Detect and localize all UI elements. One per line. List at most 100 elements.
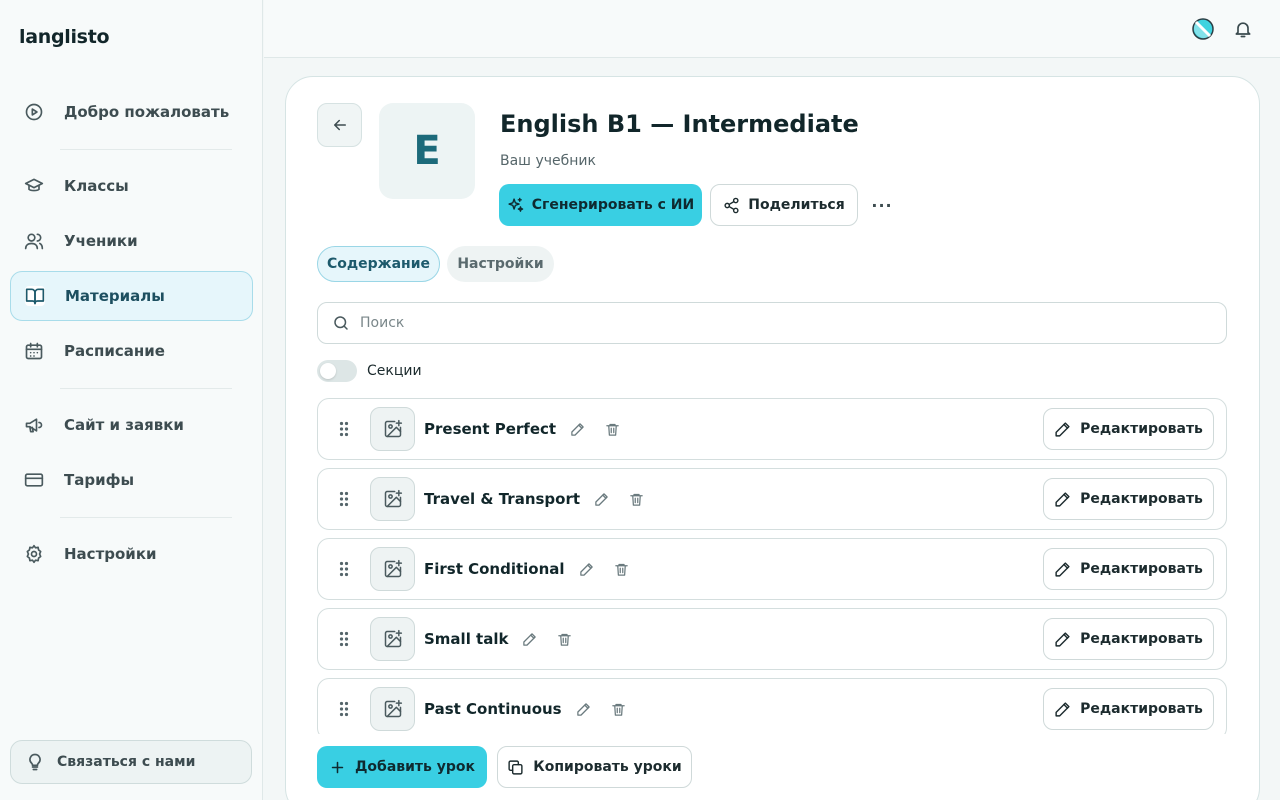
sidebar-item-label: Ученики [64, 232, 138, 250]
sidebar-item-label: Сайт и заявки [64, 416, 184, 434]
lesson-row[interactable]: Travel & Transport Редактировать [317, 468, 1227, 530]
search-input[interactable] [360, 315, 1160, 331]
sidebar-item-site-requests[interactable]: Сайт и заявки [10, 401, 253, 449]
page-title: English B1 — Intermediate [500, 110, 859, 138]
bell-icon[interactable] [1233, 18, 1253, 40]
pencil-icon[interactable] [576, 702, 591, 717]
share-button[interactable]: Поделиться [710, 184, 858, 226]
play-circle-icon [24, 102, 44, 122]
lesson-row[interactable]: Past Continuous Редактировать [317, 678, 1227, 734]
lesson-name: First Conditional [424, 560, 565, 578]
pencil-icon [1054, 701, 1071, 718]
topbar [264, 0, 1280, 58]
users-icon [24, 231, 44, 251]
share-label: Поделиться [748, 197, 845, 213]
lesson-name: Past Continuous [424, 700, 562, 718]
contact-us-button[interactable]: Связаться с нами [10, 740, 252, 784]
book-open-icon [25, 286, 45, 306]
more-options-button[interactable]: ··· [868, 192, 896, 218]
arrow-left-icon [331, 116, 349, 134]
app-logo[interactable]: langlisto [19, 26, 110, 48]
copy-icon [507, 759, 524, 776]
graduation-cap-icon [24, 176, 44, 196]
sidebar-item-welcome[interactable]: Добро пожаловать [10, 88, 253, 136]
image-add-icon[interactable] [370, 617, 415, 661]
pencil-icon [1054, 631, 1071, 648]
edit-lesson-label: Редактировать [1080, 631, 1203, 647]
generate-ai-button[interactable]: Сгенерировать с ИИ [499, 184, 702, 226]
lesson-row[interactable]: First Conditional Редактировать [317, 538, 1227, 600]
lesson-name: Travel & Transport [424, 490, 581, 508]
credit-card-icon [24, 470, 44, 490]
sections-toggle-label: Секции [367, 363, 422, 379]
copy-lessons-button[interactable]: Копировать уроки [497, 746, 692, 788]
lesson-name: Present Perfect [424, 420, 557, 438]
plus-icon [329, 759, 346, 776]
drag-handle-icon[interactable] [339, 701, 349, 717]
pencil-icon[interactable] [579, 562, 594, 577]
sidebar-item-label: Материалы [65, 287, 165, 305]
lesson-row[interactable]: Present Perfect Редактировать [317, 398, 1227, 460]
drag-handle-icon[interactable] [339, 421, 349, 437]
edit-lesson-label: Редактировать [1080, 421, 1203, 437]
sidebar-item-materials[interactable]: Материалы [10, 271, 253, 321]
tab-content[interactable]: Содержание [317, 246, 440, 282]
drag-handle-icon[interactable] [339, 491, 349, 507]
add-lesson-button[interactable]: Добавить урок [317, 746, 487, 788]
toggle-knob [320, 363, 336, 379]
image-add-icon[interactable] [370, 687, 415, 731]
drag-handle-icon[interactable] [339, 561, 349, 577]
pencil-icon[interactable] [594, 492, 609, 507]
course-subtitle: Ваш учебник [500, 153, 596, 169]
lesson-title-group: Present Perfect [424, 420, 620, 438]
calendar-icon [24, 341, 44, 361]
sidebar-item-settings[interactable]: Настройки [10, 530, 253, 578]
lesson-title-group: Travel & Transport [424, 490, 644, 508]
pencil-icon [1054, 421, 1071, 438]
gear-icon [24, 544, 44, 564]
sidebar-item-label: Расписание [64, 342, 165, 360]
sidebar-item-tariffs[interactable]: Тарифы [10, 456, 253, 504]
sidebar-item-label: Классы [64, 177, 129, 195]
pencil-icon[interactable] [522, 632, 537, 647]
contact-us-label: Связаться с нами [57, 754, 196, 770]
edit-lesson-button[interactable]: Редактировать [1043, 688, 1214, 730]
sidebar: langlisto Добро пожаловать Классы Ученик… [0, 0, 263, 800]
sidebar-item-schedule[interactable]: Расписание [10, 327, 253, 375]
trash-icon[interactable] [629, 492, 644, 507]
image-add-icon[interactable] [370, 477, 415, 521]
image-add-icon[interactable] [370, 407, 415, 451]
sidebar-item-classes[interactable]: Классы [10, 162, 253, 210]
megaphone-icon [24, 415, 44, 435]
search-box [317, 302, 1227, 344]
drag-handle-icon[interactable] [339, 631, 349, 647]
divider [60, 388, 232, 389]
theme-toggle-icon[interactable] [1192, 18, 1214, 40]
trash-icon[interactable] [611, 702, 626, 717]
back-button[interactable] [317, 103, 362, 147]
trash-icon[interactable] [605, 422, 620, 437]
lesson-row[interactable]: Small talk Редактировать [317, 608, 1227, 670]
trash-icon[interactable] [557, 632, 572, 647]
more-dots-icon: ··· [871, 195, 893, 215]
tab-settings[interactable]: Настройки [447, 246, 554, 282]
edit-lesson-label: Редактировать [1080, 561, 1203, 577]
sparkles-icon [507, 197, 524, 214]
course-avatar: E [379, 103, 475, 199]
trash-icon[interactable] [614, 562, 629, 577]
add-lesson-label: Добавить урок [354, 759, 476, 775]
sidebar-item-label: Тарифы [64, 471, 135, 489]
pencil-icon[interactable] [570, 422, 585, 437]
edit-lesson-button[interactable]: Редактировать [1043, 548, 1214, 590]
edit-lesson-button[interactable]: Редактировать [1043, 618, 1214, 660]
lesson-title-group: Past Continuous [424, 700, 626, 718]
sidebar-item-students[interactable]: Ученики [10, 217, 253, 265]
pencil-icon [1054, 561, 1071, 578]
generate-ai-label: Сгенерировать с ИИ [531, 197, 695, 213]
sections-toggle[interactable] [317, 360, 357, 382]
copy-lessons-label: Копировать уроки [533, 759, 682, 775]
image-add-icon[interactable] [370, 547, 415, 591]
edit-lesson-button[interactable]: Редактировать [1043, 408, 1214, 450]
edit-lesson-button[interactable]: Редактировать [1043, 478, 1214, 520]
pencil-icon [1054, 491, 1071, 508]
